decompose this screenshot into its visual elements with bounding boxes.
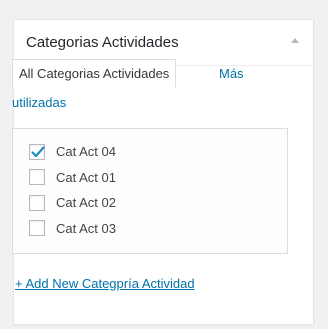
category-checkbox[interactable] [29, 194, 45, 211]
tab-most-used-continued[interactable]: utilizadas [12, 95, 66, 111]
category-item: Cat Act 03 [29, 216, 116, 242]
category-item: Cat Act 04 [29, 139, 116, 165]
checkmark-icon [31, 146, 45, 157]
category-checklist-panel: Cat Act 04 Cat Act 01 Cat Act 02 Cat Act… [12, 128, 288, 254]
category-item: Cat Act 01 [29, 165, 116, 191]
tab-most-used[interactable]: Más [219, 66, 244, 82]
category-checkbox-checked[interactable] [29, 143, 45, 160]
category-label: Cat Act 02 [56, 195, 116, 211]
category-checkbox[interactable] [29, 220, 45, 237]
arrow-up-icon[interactable] [291, 38, 299, 43]
category-item: Cat Act 02 [29, 190, 116, 216]
category-tabs: All Categorias Actividades Más utilizada… [12, 59, 288, 110]
metabox-title: Categorias Actividades [26, 34, 179, 51]
category-label: Cat Act 03 [56, 220, 116, 236]
category-checkbox[interactable] [29, 169, 45, 186]
add-new-category-link[interactable]: + Add New Categpría Actividad [15, 276, 195, 291]
tab-all-categories[interactable]: All Categorias Actividades [12, 59, 177, 88]
category-checklist: Cat Act 04 Cat Act 01 Cat Act 02 Cat Act… [29, 139, 116, 241]
category-label: Cat Act 04 [56, 144, 116, 160]
category-label: Cat Act 01 [56, 169, 116, 185]
